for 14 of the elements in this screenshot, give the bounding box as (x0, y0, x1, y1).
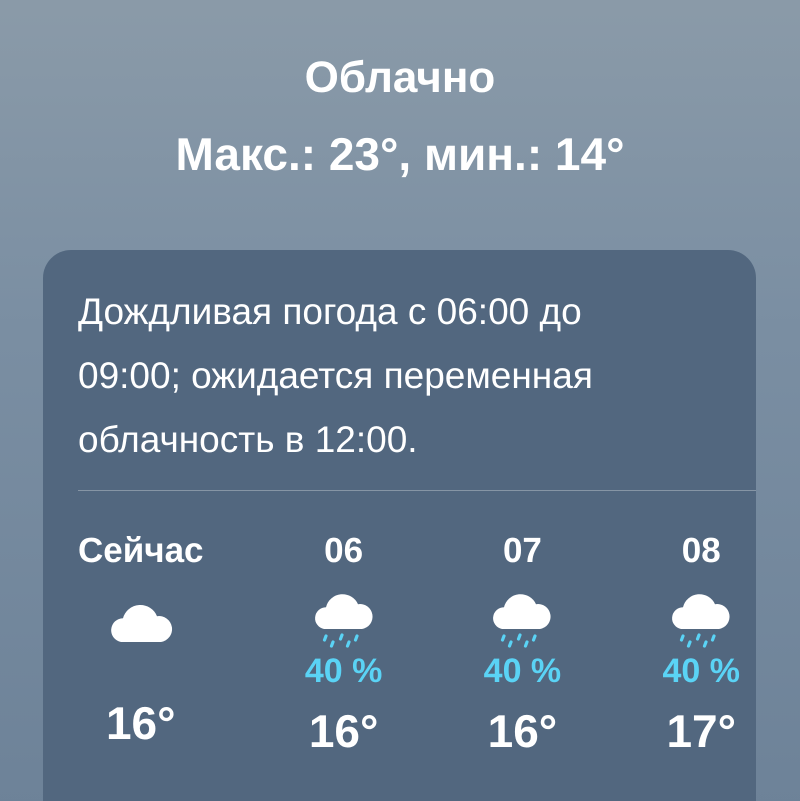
hour-label: 08 (682, 530, 721, 572)
hour-label: Сейчас (78, 530, 204, 572)
hour-label: 07 (502, 530, 542, 572)
condition-text: Облачно (304, 52, 496, 104)
precipitation-chance: 40 % (662, 651, 740, 691)
hour-temperature: 17° (666, 704, 736, 759)
precipitation-chance: 40 % (304, 651, 382, 691)
hour-temperature: 16° (106, 696, 176, 751)
precipitation-chance: 40 % (484, 651, 562, 691)
hour-label: 06 (324, 530, 364, 572)
hour-temperature: 16° (488, 704, 558, 759)
forecast-summary: Дождливая погода с 06:00 до 09:00; ожидается переменная облачность в 12:00. (78, 290, 594, 462)
high-low-text: Макс.: 23°, мин.: 14° (174, 127, 626, 182)
hour-temperature: 16° (308, 704, 378, 759)
